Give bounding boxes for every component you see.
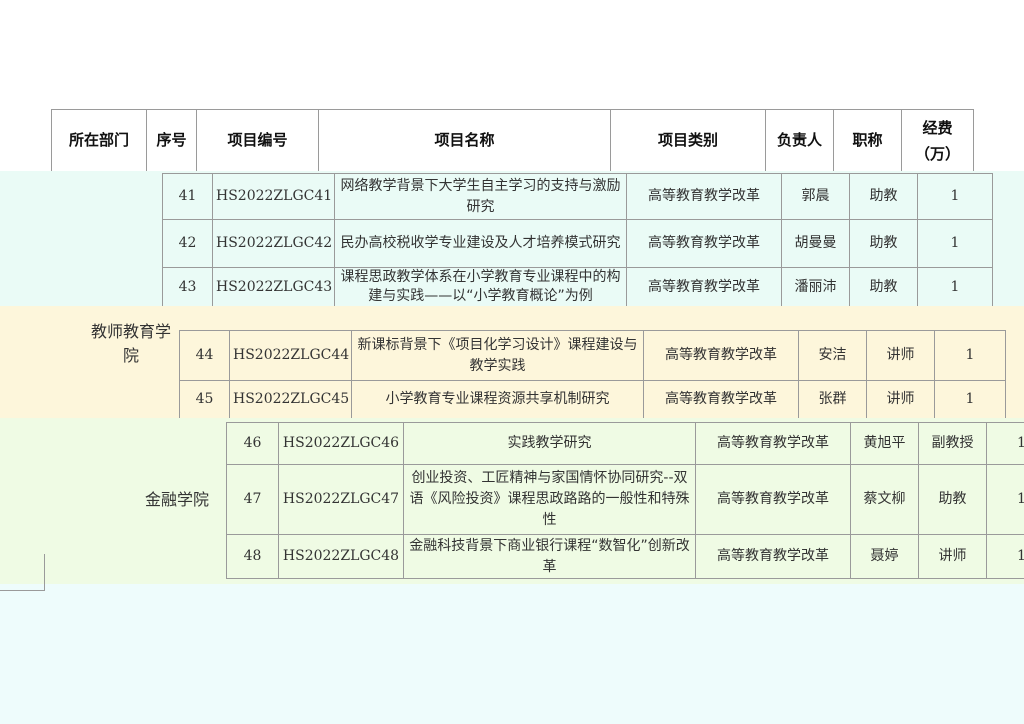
band-rows-46-48: 金融学院 46 HS2022ZLGC46 实践教学研究 高等教育教学改革 黄旭平… [0,418,1024,584]
leader-cell: 张群 [798,380,867,419]
fund-cell: 1 [986,534,1024,579]
code-cell: HS2022ZLGC43 [212,267,335,307]
title-cell: 助教 [849,173,918,220]
leader-cell: 安洁 [798,330,867,381]
title-cell: 助教 [849,267,918,307]
name-cell: 网络教学背景下大学生自主学习的支持与激励研究 [334,173,627,220]
seq-cell: 42 [162,219,213,268]
title-cell: 讲师 [866,330,935,381]
header-name: 项目名称 [318,109,611,172]
fund-cell: 1 [917,219,993,268]
code-cell: HS2022ZLGC42 [212,219,335,268]
fund-cell: 1 [917,267,993,307]
category-cell: 高等教育教学改革 [695,464,851,535]
page-border-left [0,554,45,591]
table-row: 43 HS2022ZLGC43 课程思政教学体系在小学教育专业课程中的构建与实践… [162,267,993,307]
name-cell: 小学教育专业课程资源共享机制研究 [351,380,644,419]
department-teacher-education: 教师教育学院 [90,322,171,365]
seq-cell: 48 [226,534,279,579]
code-cell: HS2022ZLGC47 [278,464,404,535]
seq-cell: 44 [179,330,230,381]
title-cell: 副教授 [918,422,987,465]
leader-cell: 黄旭平 [850,422,919,465]
header-fund: 经费 （万） [901,109,974,172]
seq-cell: 47 [226,464,279,535]
band-bottom [0,554,1024,724]
title-cell: 讲师 [918,534,987,579]
rows-table-c: 44 HS2022ZLGC44 新课标背景下《项目化学习设计》课程建设与教学实践… [179,330,1006,419]
fund-cell: 1 [986,464,1024,535]
header-title: 职称 [833,109,902,172]
rows-table-a: 41 HS2022ZLGC41 网络教学背景下大学生自主学习的支持与激励研究 高… [162,173,993,307]
name-cell: 新课标背景下《项目化学习设计》课程建设与教学实践 [351,330,644,381]
band-rows-44-45: 教师教育学院 44 HS2022ZLGC44 新课标背景下《项目化学习设计》课程… [0,306,1024,419]
category-cell: 高等教育教学改革 [626,219,782,268]
name-cell: 金融科技背景下商业银行课程“数智化”创新改革 [403,534,696,579]
header-table: 所在部门 序号 项目编号 项目名称 项目类别 负责人 职称 经费 （万） [51,109,974,172]
header-category: 项目类别 [610,109,766,172]
header-seq: 序号 [146,109,197,172]
category-cell: 高等教育教学改革 [695,534,851,579]
leader-cell: 潘丽沛 [781,267,850,307]
rows-table-d: 46 HS2022ZLGC46 实践教学研究 高等教育教学改革 黄旭平 副教授 … [226,422,1024,579]
fund-cell: 1 [917,173,993,220]
code-cell: HS2022ZLGC45 [229,380,352,419]
table-row: 48 HS2022ZLGC48 金融科技背景下商业银行课程“数智化”创新改革 高… [226,534,1024,579]
band-rows-41-43: 41 HS2022ZLGC41 网络教学背景下大学生自主学习的支持与激励研究 高… [0,171,1024,307]
title-cell: 讲师 [866,380,935,419]
name-cell: 创业投资、工匠精神与家国情怀协同研究--双语《风险投资》课程思政路路的一般性和特… [403,464,696,535]
fund-cell: 1 [934,330,1006,381]
leader-cell: 聂婷 [850,534,919,579]
category-cell: 高等教育教学改革 [626,267,782,307]
category-cell: 高等教育教学改革 [643,380,799,419]
seq-cell: 46 [226,422,279,465]
code-cell: HS2022ZLGC41 [212,173,335,220]
header-leader: 负责人 [765,109,834,172]
seq-cell: 41 [162,173,213,220]
table-row: 45 HS2022ZLGC45 小学教育专业课程资源共享机制研究 高等教育教学改… [179,380,1006,419]
table-row: 42 HS2022ZLGC42 民办高校税收学专业建设及人才培养模式研究 高等教… [162,219,993,268]
category-cell: 高等教育教学改革 [643,330,799,381]
category-cell: 高等教育教学改革 [626,173,782,220]
title-cell: 助教 [849,219,918,268]
table-row: 46 HS2022ZLGC46 实践教学研究 高等教育教学改革 黄旭平 副教授 … [226,422,1024,465]
code-cell: HS2022ZLGC46 [278,422,404,465]
fund-cell: 1 [934,380,1006,419]
header-code: 项目编号 [196,109,319,172]
band-header: 所在部门 序号 项目编号 项目名称 项目类别 负责人 职称 经费 （万） [0,109,1024,172]
header-department: 所在部门 [51,109,147,172]
code-cell: HS2022ZLGC48 [278,534,404,579]
table-row: 41 HS2022ZLGC41 网络教学背景下大学生自主学习的支持与激励研究 高… [162,173,993,220]
seq-cell: 43 [162,267,213,307]
name-cell: 课程思政教学体系在小学教育专业课程中的构建与实践——以“小学教育概论”为例 [334,267,627,307]
department-finance: 金融学院 [144,490,209,509]
seq-cell: 45 [179,380,230,419]
table-row: 44 HS2022ZLGC44 新课标背景下《项目化学习设计》课程建设与教学实践… [179,330,1006,381]
category-cell: 高等教育教学改革 [695,422,851,465]
leader-cell: 胡曼曼 [781,219,850,268]
leader-cell: 蔡文柳 [850,464,919,535]
table-row: 47 HS2022ZLGC47 创业投资、工匠精神与家国情怀协同研究--双语《风… [226,464,1024,535]
name-cell: 民办高校税收学专业建设及人才培养模式研究 [334,219,627,268]
code-cell: HS2022ZLGC44 [229,330,352,381]
leader-cell: 郭晨 [781,173,850,220]
title-cell: 助教 [918,464,987,535]
fund-cell: 1 [986,422,1024,465]
name-cell: 实践教学研究 [403,422,696,465]
